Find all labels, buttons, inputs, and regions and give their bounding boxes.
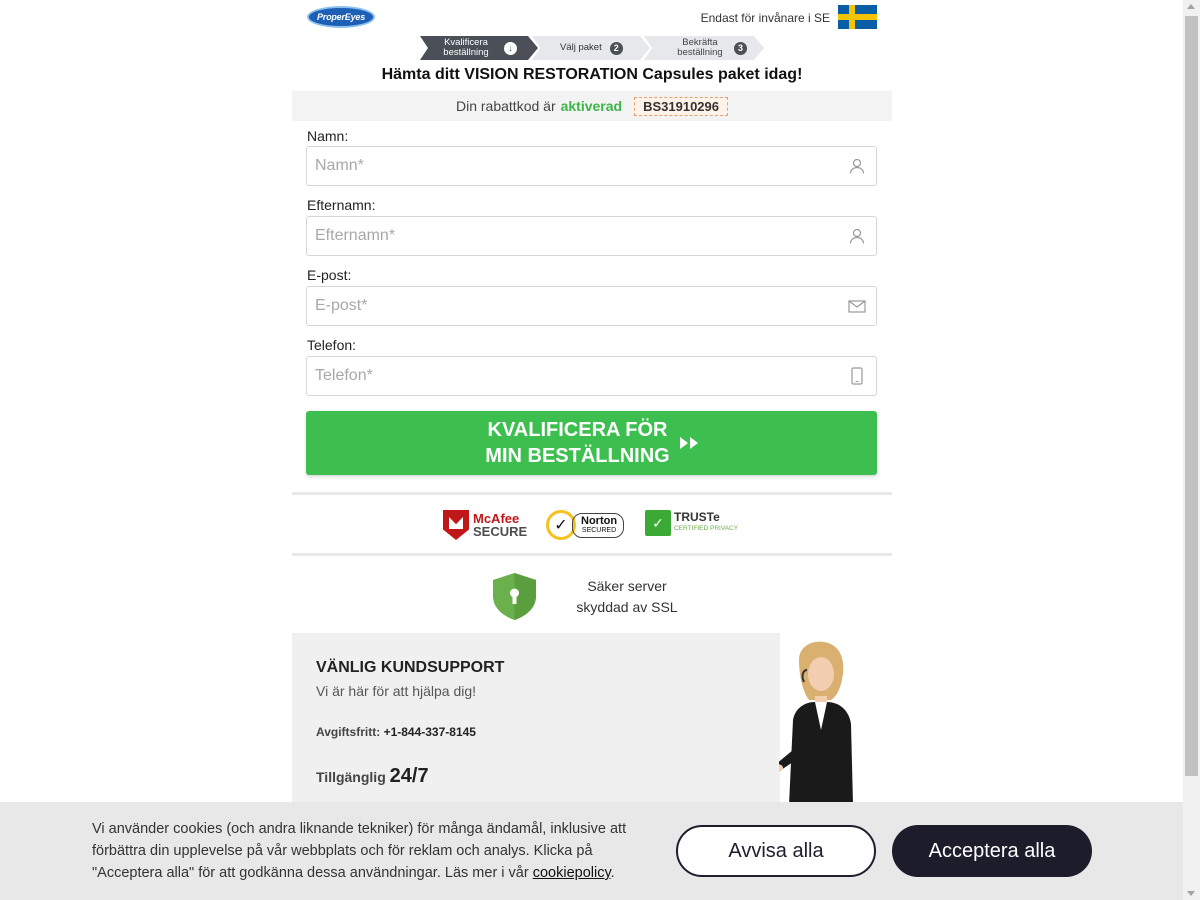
last-name-label: Efternamn:	[307, 197, 376, 213]
email-label: E-post:	[307, 267, 352, 283]
residents-notice: Endast för invånare i SE	[700, 11, 830, 25]
page-headline: Hämta ditt VISION RESTORATION Capsules p…	[381, 66, 803, 83]
email-field[interactable]	[306, 286, 877, 326]
phone-icon	[851, 367, 863, 385]
logo-text: ProperEyes	[316, 12, 366, 22]
accept-all-button[interactable]: Acceptera alla	[892, 825, 1092, 877]
support-availability: Tillgänglig 24/7	[316, 765, 429, 788]
scroll-up-icon[interactable]	[1187, 4, 1195, 9]
norton-label: Norton	[581, 514, 618, 527]
support-subtitle: Vi är här för att hjälpa dig!	[316, 683, 477, 699]
sweden-flag-icon	[838, 5, 877, 29]
phone-field[interactable]	[306, 356, 877, 396]
step-choose-package: Välj paket 2	[532, 36, 650, 60]
support-title: VÄNLIG KUNDSUPPORT	[316, 659, 505, 676]
shield-lock-icon	[493, 573, 536, 620]
step-label: Kvalificera beställning	[443, 37, 489, 58]
envelope-icon	[848, 300, 866, 313]
norton-secured-label: SECURED	[581, 526, 617, 534]
section-divider	[292, 492, 892, 495]
step-qualify: Kvalificera beställning ↓	[420, 36, 538, 60]
mcafee-secure-badge: McAfee SECURE	[443, 510, 527, 540]
checkout-steps: Kvalificera beställning ↓ Välj paket 2 B…	[420, 36, 765, 60]
brand-logo[interactable]: ProperEyes	[307, 6, 375, 28]
step-label: Bekräfta beställning	[677, 37, 723, 58]
phone-input[interactable]	[307, 357, 876, 395]
reject-all-button[interactable]: Avvisa alla	[676, 825, 876, 877]
norton-secured-badge: ✓ Norton SECURED	[546, 510, 625, 540]
user-icon	[849, 158, 865, 174]
qualify-button-label: KVALIFICERA FÖR MIN BESTÄLLNING	[485, 417, 669, 469]
first-name-input[interactable]	[307, 147, 876, 185]
availability-value: 24/7	[389, 765, 429, 787]
ssl-line1: Säker server	[587, 578, 667, 594]
step-number: 2	[609, 41, 623, 55]
vertical-scrollbar[interactable]	[1183, 0, 1200, 900]
ssl-line2: skyddad av SSL	[576, 599, 678, 615]
availability-label: Tillgänglig	[316, 769, 386, 785]
support-phone: Avgiftsfritt: +1-844-337-8145	[316, 725, 476, 739]
user-icon	[849, 228, 865, 244]
qualify-order-button[interactable]: KVALIFICERA FÖR MIN BESTÄLLNING	[306, 411, 877, 475]
truste-check-icon: ✓	[645, 510, 671, 536]
last-name-input[interactable]	[307, 217, 876, 255]
page: ProperEyes Endast för invånare i SE Kval…	[0, 0, 1200, 900]
step-label: Välj paket	[560, 42, 602, 53]
mcafee-shield-icon	[443, 510, 469, 540]
phone-label-text: Avgiftsfritt:	[316, 725, 381, 739]
discount-status: aktiverad	[560, 98, 623, 114]
step-confirm: Bekräfta beställning 3	[644, 36, 764, 60]
qualify-button-line1: KVALIFICERA FÖR	[487, 419, 668, 441]
support-agent-image	[779, 641, 853, 805]
truste-label: TRUSTe	[674, 510, 720, 524]
arrow-down-icon: ↓	[504, 41, 517, 55]
double-arrow-icon	[678, 437, 698, 449]
ssl-notice: Säker server skyddad av SSL	[560, 576, 694, 618]
discount-code: BS31910296	[634, 96, 728, 116]
mcafee-secure-label: SECURE	[473, 524, 528, 539]
first-name-label: Namn:	[307, 128, 349, 144]
cookie-text-end: .	[610, 865, 615, 881]
phone-number[interactable]: +1-844-337-8145	[384, 725, 476, 739]
first-name-field[interactable]	[306, 146, 877, 186]
scrollbar-thumb[interactable]	[1185, 16, 1198, 776]
email-input[interactable]	[307, 287, 876, 325]
truste-certified-label: CERTIFIED PRIVACY	[674, 525, 739, 532]
section-divider	[292, 553, 892, 556]
qualify-button-line2: MIN BESTÄLLNING	[485, 445, 670, 467]
discount-banner: Din rabattkod är aktiverad BS31910296	[292, 91, 892, 121]
truste-badge: ✓ TRUSTe CERTIFIED PRIVACY	[645, 510, 738, 536]
phone-label: Telefon:	[307, 337, 357, 353]
step-number: 3	[734, 41, 747, 55]
cookie-policy-link[interactable]: cookiepolicy	[533, 865, 611, 881]
cookie-text: Vi använder cookies (och andra liknande …	[92, 818, 637, 884]
discount-prefix: Din rabattkod är	[456, 98, 556, 114]
last-name-field[interactable]	[306, 216, 877, 256]
scroll-down-icon[interactable]	[1187, 891, 1195, 896]
